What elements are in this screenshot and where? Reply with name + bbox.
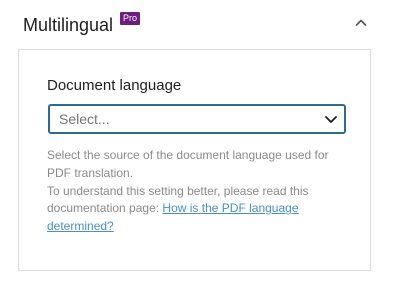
panel-header: Multilingual Pro: [0, 0, 399, 48]
document-language-select[interactable]: Select...: [48, 104, 346, 134]
help-line-2: To understand this setting better, pleas…: [47, 183, 347, 236]
pro-badge: Pro: [120, 12, 141, 25]
collapse-toggle-button[interactable]: [350, 12, 372, 34]
select-value: Select...: [59, 111, 110, 127]
chevron-down-icon: [325, 116, 337, 123]
document-language-label: Document language: [47, 77, 182, 94]
panel-body: Document language Select... Select the s…: [18, 49, 371, 271]
help-line-1: Select the source of the document langua…: [47, 148, 329, 180]
panel-title: Multilingual: [23, 15, 114, 35]
help-text: Select the source of the document langua…: [47, 147, 347, 236]
chevron-up-icon: [355, 19, 367, 26]
